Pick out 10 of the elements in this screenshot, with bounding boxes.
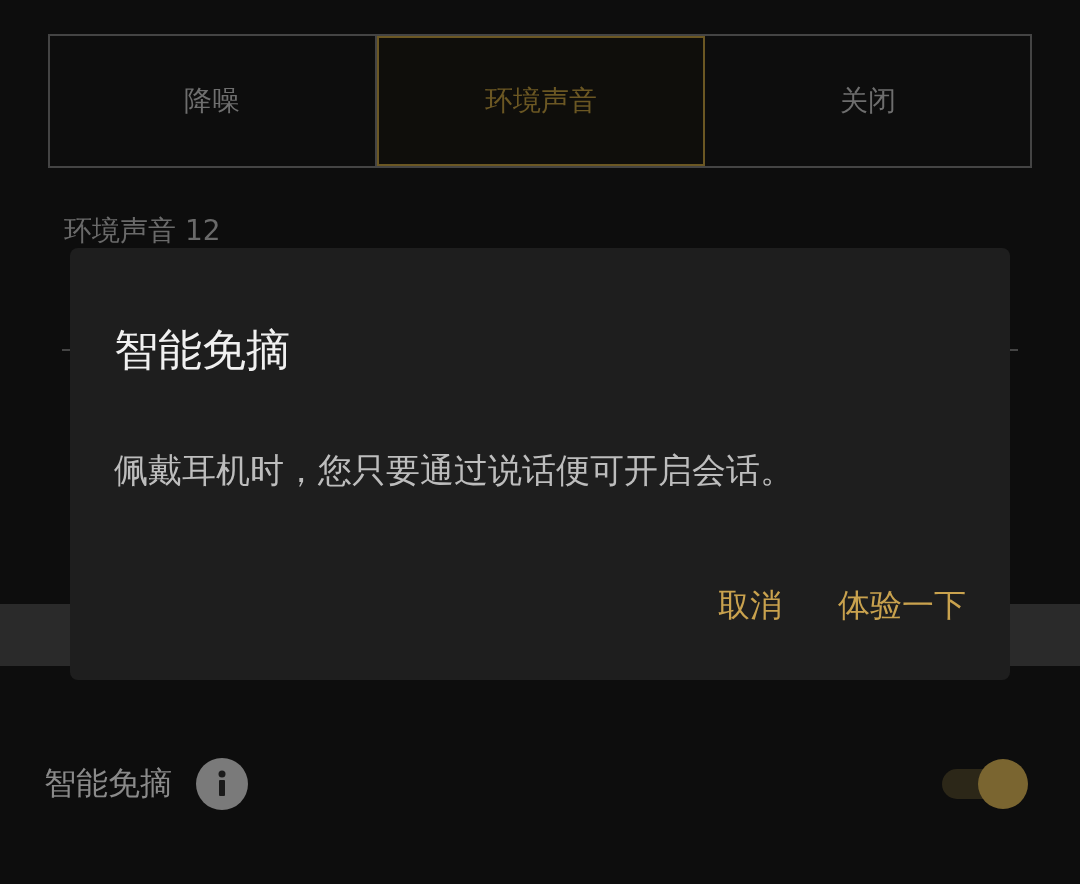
ambient-level-label: 环境声音 12 [64, 213, 222, 249]
dialog-message: 佩戴耳机时，您只要通过说话便可开启会话。 [114, 449, 795, 492]
setting-label: 智能免摘 [44, 763, 172, 804]
mode-tab[interactable]: 关闭 [705, 36, 1030, 166]
mode-tab[interactable]: 环境声音 [376, 36, 706, 166]
info-icon[interactable] [196, 758, 248, 810]
dialog-button[interactable]: 体验一下 [838, 584, 966, 628]
toggle-switch[interactable] [942, 762, 1028, 806]
dialog-title: 智能免摘 [114, 323, 291, 377]
dialog-button[interactable]: 取消 [718, 584, 782, 628]
